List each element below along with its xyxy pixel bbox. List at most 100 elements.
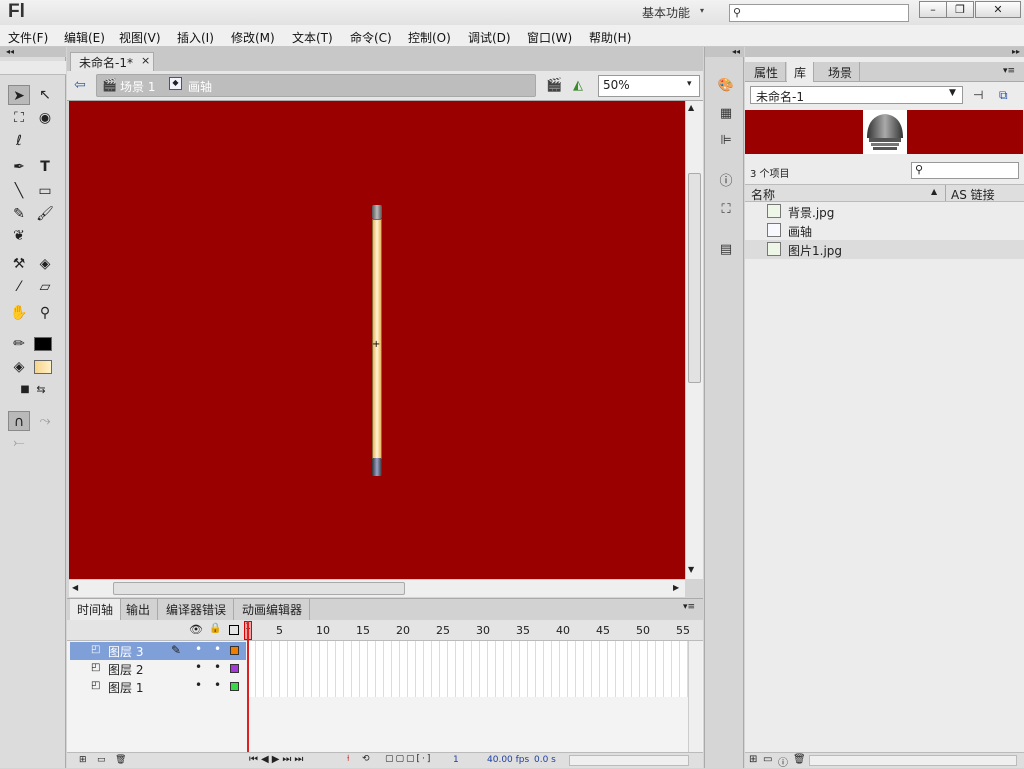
playback-controls[interactable]: ⏮◀▶⏭⏭: [249, 754, 306, 765]
breadcrumb-scene[interactable]: 场景 1: [120, 78, 155, 95]
stage[interactable]: +: [69, 101, 685, 579]
onion-skin-icons[interactable]: ▢▢▢[·]: [385, 754, 432, 764]
menu-help[interactable]: 帮助(H): [589, 29, 631, 46]
column-name[interactable]: 名称: [751, 186, 775, 203]
menu-modify[interactable]: 修改(M): [231, 29, 275, 46]
new-folder-icon[interactable]: ▭: [97, 755, 106, 765]
menu-edit[interactable]: 编辑(E): [64, 29, 105, 46]
close-window-button[interactable]: ✕: [975, 1, 1021, 18]
edit-scene-icon[interactable]: 🎬: [546, 78, 562, 93]
tab-properties[interactable]: 属性: [747, 62, 787, 82]
fill-color-swatch[interactable]: [34, 360, 52, 374]
layer-name[interactable]: 图层 3: [108, 643, 143, 660]
scroll-left-icon[interactable]: ◀: [72, 583, 78, 592]
restore-button[interactable]: ❐: [946, 1, 974, 18]
stroke-color-swatch[interactable]: [34, 337, 52, 351]
menu-insert[interactable]: 插入(I): [177, 29, 214, 46]
layer-name[interactable]: 图层 2: [108, 661, 143, 678]
tab-compiler-errors[interactable]: 编译器错误: [159, 599, 235, 620]
lock-dot[interactable]: •: [214, 660, 221, 674]
center-frame-icon[interactable]: ⍿: [347, 754, 349, 764]
scroll-bottom-knob[interactable]: [372, 458, 382, 476]
menu-text[interactable]: 文本(T): [292, 29, 333, 46]
pen-tool-icon[interactable]: ✒: [8, 157, 30, 177]
chevron-down-icon[interactable]: ▾: [700, 6, 704, 15]
tab-scene[interactable]: 场景: [821, 62, 861, 82]
outline-icon[interactable]: [229, 625, 239, 635]
timeline-hscroll[interactable]: [569, 755, 689, 766]
panel-menu-icon[interactable]: ▾≡: [683, 602, 695, 612]
brush-tool-icon[interactable]: 🖌: [34, 204, 56, 224]
zoom-select[interactable]: 50% ▾: [598, 75, 700, 97]
properties-icon[interactable]: ⓘ: [778, 754, 788, 769]
back-arrow-icon[interactable]: ⇦: [74, 77, 86, 93]
menu-commands[interactable]: 命令(C): [350, 29, 392, 46]
lock-dot[interactable]: •: [214, 642, 221, 656]
info-icon[interactable]: ⓘ: [717, 173, 735, 191]
layer-row[interactable]: ◰ 图层 2 • •: [70, 660, 246, 678]
visible-dot[interactable]: •: [195, 678, 202, 692]
scroll-top-knob[interactable]: [372, 205, 382, 219]
new-library-panel-icon[interactable]: ⧉: [999, 88, 1008, 103]
delete-icon[interactable]: 🗑: [115, 755, 126, 765]
minimize-button[interactable]: –: [919, 1, 947, 18]
library-item[interactable]: 画轴: [745, 221, 1024, 240]
chevron-down-icon[interactable]: ▼: [949, 88, 956, 98]
library-document-select[interactable]: 未命名-1 ▼: [750, 86, 963, 104]
color-palette-icon[interactable]: 🎨: [717, 77, 735, 95]
line-tool-icon[interactable]: ╲: [8, 181, 30, 201]
swap-colors-icon[interactable]: ⇆: [30, 380, 52, 400]
lasso-tool-icon[interactable]: ℓ: [8, 131, 30, 151]
close-icon[interactable]: ×: [141, 54, 150, 67]
delete-icon[interactable]: 🗑: [793, 754, 806, 765]
sort-up-icon[interactable]: ▲: [931, 187, 937, 196]
eyedropper-tool-icon[interactable]: ⁄: [8, 277, 30, 297]
scroll-up-icon[interactable]: ▲: [688, 103, 694, 112]
free-transform-tool-icon[interactable]: ⛶: [8, 108, 30, 128]
tab-library[interactable]: 库: [787, 62, 815, 82]
loop-icon[interactable]: ⟲: [362, 754, 370, 764]
subselection-tool-icon[interactable]: ↖: [34, 85, 56, 105]
vertical-scroll-thumb[interactable]: [688, 173, 701, 383]
library-hscroll[interactable]: [809, 755, 1017, 766]
components-icon[interactable]: ▤: [717, 241, 735, 259]
visible-dot[interactable]: •: [195, 642, 202, 656]
library-search-input[interactable]: ⚲: [911, 162, 1019, 179]
visible-dot[interactable]: •: [195, 660, 202, 674]
menu-debug[interactable]: 调试(D): [468, 29, 511, 46]
timeline-scrollbar[interactable]: [688, 641, 702, 752]
snap-to-objects-icon[interactable]: ∩: [8, 411, 30, 431]
panel-expand-icon[interactable]: ▸▸: [745, 47, 1024, 57]
deco-tool-icon[interactable]: ❦: [8, 226, 30, 246]
pin-library-icon[interactable]: ⊣: [973, 88, 983, 102]
lock-dot[interactable]: •: [214, 678, 221, 692]
layer-name[interactable]: 图层 1: [108, 679, 143, 696]
chevron-down-icon[interactable]: ▾: [687, 79, 692, 89]
panel-collapse-icon[interactable]: ◂◂: [705, 47, 744, 57]
transform-icon[interactable]: ⛶: [717, 201, 735, 219]
edit-symbols-icon[interactable]: ◭: [573, 78, 583, 93]
library-item[interactable]: 背景.jpg: [745, 202, 1024, 221]
panel-menu-icon[interactable]: ▾≡: [1003, 66, 1015, 76]
frame-rate[interactable]: 40.00 fps: [487, 755, 529, 765]
workspace-switcher[interactable]: 基本功能: [642, 4, 690, 21]
tab-timeline[interactable]: 时间轴: [70, 599, 122, 620]
scroll-down-icon[interactable]: ▼: [688, 565, 694, 574]
horizontal-scroll-thumb[interactable]: [113, 582, 405, 595]
3d-rotation-tool-icon[interactable]: ◉: [34, 108, 56, 128]
align-icon[interactable]: ⊫: [717, 132, 735, 150]
lock-icon[interactable]: 🔒: [209, 623, 221, 634]
bone-tool-icon[interactable]: ⚒: [8, 254, 30, 274]
scroll-right-icon[interactable]: ▶: [673, 583, 679, 592]
stroke-color-icon[interactable]: ✏: [8, 334, 30, 354]
stage-horizontal-scrollbar[interactable]: ◀ ▶: [69, 579, 685, 597]
tab-motion-editor[interactable]: 动画编辑器: [235, 599, 311, 620]
help-search-input[interactable]: ⚲: [729, 4, 909, 22]
layer-color-box[interactable]: [230, 664, 239, 673]
swatches-icon[interactable]: ▦: [717, 105, 735, 123]
breadcrumb-symbol[interactable]: 画轴: [188, 78, 212, 95]
layer-row[interactable]: ◰ 图层 3 ✎ • •: [70, 642, 246, 660]
straighten-icon[interactable]: ⤚: [8, 433, 30, 453]
fill-color-icon[interactable]: ◈: [8, 357, 30, 377]
column-linkage[interactable]: AS 链接: [951, 186, 995, 203]
